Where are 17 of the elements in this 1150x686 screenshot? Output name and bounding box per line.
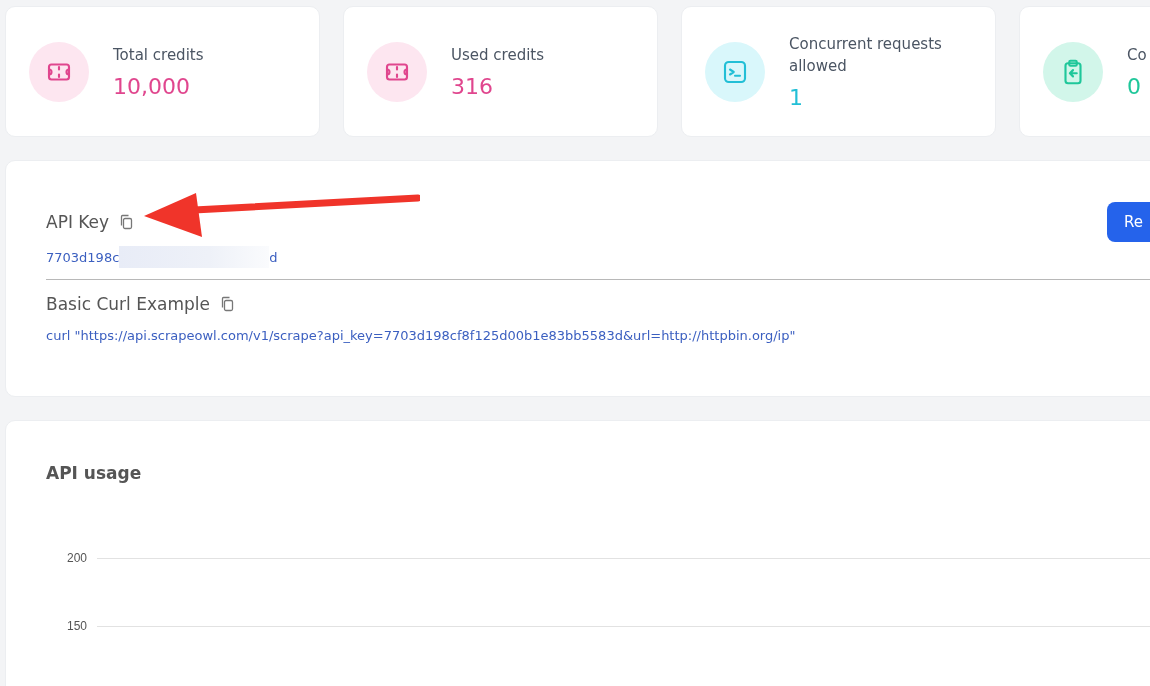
stat-label: Concurrent requests allowed	[789, 34, 943, 77]
stat-value: 0	[1127, 74, 1142, 99]
axis-label: 150	[65, 619, 87, 633]
chart-title: API usage	[46, 463, 143, 485]
axis-label: 200	[65, 551, 87, 565]
api-key-text: 7703d198c	[46, 249, 120, 265]
api-key-text: d	[269, 249, 278, 265]
stat-label: Total credits	[113, 45, 204, 66]
stat-value: 1	[789, 85, 804, 110]
stat-label: Used credits	[451, 45, 544, 66]
section-title: API Key	[46, 212, 110, 232]
stat-value: 316	[451, 74, 494, 99]
stat-label: Co	[1127, 45, 1147, 66]
action-button[interactable]: Re	[1107, 202, 1150, 242]
curl-command: curl "https://api.scrapeowl.com/v1/scrape?api_key=7703d198cf8f125d00b1e83bb5583d&url=http://httpbin.org/ip"	[46, 328, 797, 343]
stat-value: 10,000	[113, 74, 191, 99]
section-title: Basic Curl Example	[46, 294, 210, 314]
